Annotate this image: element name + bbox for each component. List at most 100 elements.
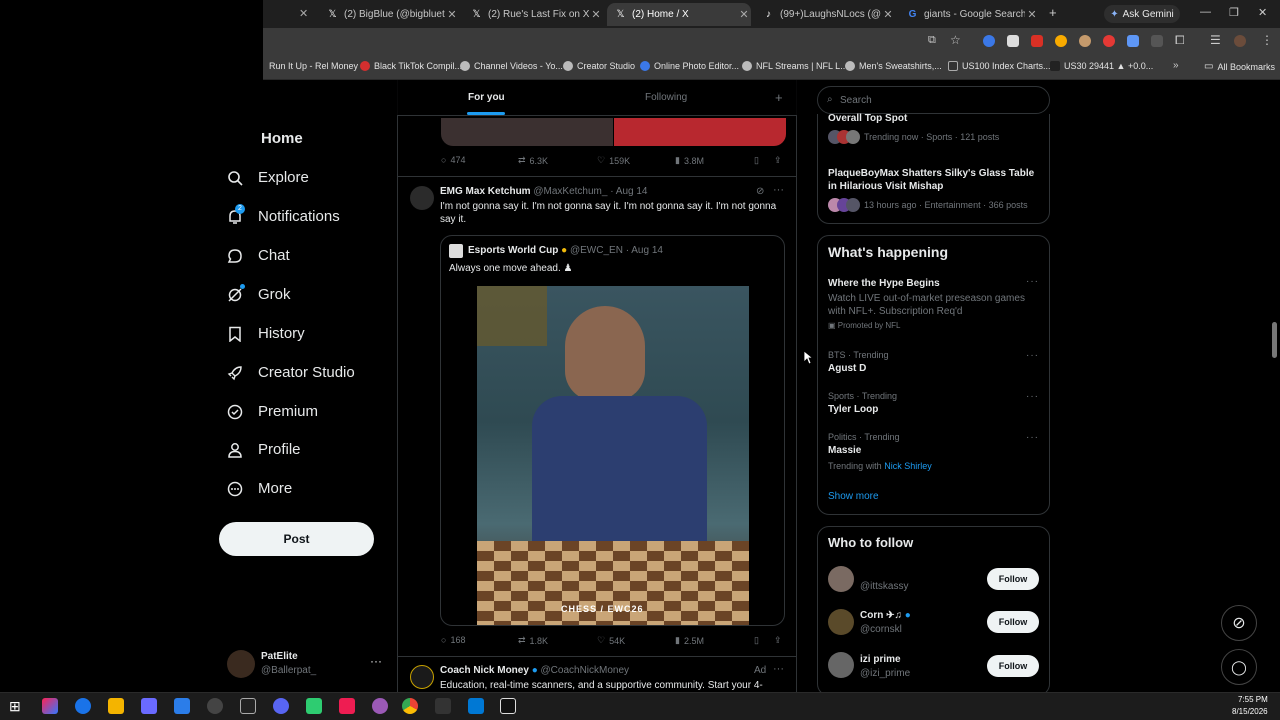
grok-icon[interactable]: ⊘ — [756, 186, 764, 197]
avatar[interactable] — [828, 566, 854, 592]
trending-with-link[interactable]: Nick Shirley — [884, 461, 932, 471]
extension-icon[interactable] — [1055, 35, 1067, 47]
bookmark-item[interactable]: Run It Up - Rel Money — [269, 61, 358, 71]
author-name[interactable]: Coach Nick Money — [440, 665, 529, 676]
repost-button[interactable]: ⇄ 1.8K — [518, 635, 548, 646]
nav-premium[interactable]: Premium — [227, 403, 318, 420]
bookmark-item[interactable]: Channel Videos - Yo... — [460, 61, 563, 71]
trend-title[interactable]: PlaqueBoyMax Shatters Silky's Glass Tabl… — [828, 167, 1038, 193]
extension-icon[interactable] — [1151, 35, 1163, 47]
extension-icon[interactable] — [1103, 35, 1115, 47]
nav-chat[interactable]: Chat — [227, 247, 290, 264]
edge-icon[interactable] — [75, 698, 91, 714]
quoted-post[interactable]: Esports World Cup ● @EWC_EN · Aug 14 Alw… — [440, 235, 785, 626]
all-bookmarks[interactable]: ▭ All Bookmarks — [1204, 61, 1275, 72]
promo-title[interactable]: Where the Hype Begins — [828, 278, 940, 289]
views-button[interactable]: ▮ 3.8M — [675, 155, 704, 166]
chess-photo[interactable]: CHESS / EWC26 — [477, 286, 749, 625]
chat-floating-button[interactable]: ◯ — [1221, 649, 1257, 685]
close-icon[interactable]: ✕ — [445, 8, 459, 21]
nav-home[interactable]: Home — [227, 130, 303, 147]
avatar[interactable] — [828, 609, 854, 635]
app-icon[interactable] — [435, 698, 451, 714]
close-icon[interactable]: ✕ — [881, 8, 895, 21]
chevron-right-icon[interactable]: » — [1173, 60, 1179, 71]
show-more-link[interactable]: Show more — [828, 491, 879, 502]
avatar[interactable] — [410, 665, 434, 689]
nav-notifications[interactable]: 2 Notifications — [227, 203, 340, 225]
more-icon[interactable]: ··· — [1026, 391, 1039, 402]
tab-bigblue[interactable]: 𝕏 (2) BigBlue (@bigbluetake)✕ — [319, 3, 459, 26]
views-button[interactable]: ▮ 2.5M — [675, 635, 704, 646]
plus-icon[interactable]: + — [775, 90, 783, 105]
extension-icon[interactable] — [983, 35, 995, 47]
install-icon[interactable]: ⧉ — [928, 34, 936, 47]
tab-rue[interactable]: 𝕏 (2) Rue's Last Fix on X: "ma✕ — [463, 3, 603, 26]
nav-grok[interactable]: Grok — [227, 283, 291, 303]
epic-icon[interactable] — [240, 698, 256, 714]
maximize-icon[interactable]: ❐ — [1229, 6, 1239, 19]
trend-title[interactable]: Overall Top Spot — [828, 113, 907, 124]
nav-more[interactable]: More — [227, 480, 292, 497]
store-icon[interactable] — [141, 698, 157, 714]
more-icon[interactable]: ··· — [1026, 350, 1039, 361]
close-icon[interactable]: ✕ — [299, 7, 308, 20]
follow-button[interactable]: Follow — [987, 568, 1039, 590]
reply-button[interactable]: ○ 168 — [441, 635, 465, 645]
tab-following[interactable]: Following — [645, 92, 687, 103]
scrollbar-thumb[interactable] — [1272, 322, 1277, 358]
nav-creator-studio[interactable]: Creator Studio — [227, 364, 355, 381]
app-icon[interactable] — [500, 698, 516, 714]
bookmark-item[interactable]: US100 Index Charts... — [948, 61, 1051, 71]
close-icon[interactable]: ✕ — [737, 8, 751, 21]
nav-explore[interactable]: Explore — [227, 169, 309, 186]
app-icon[interactable] — [372, 698, 388, 714]
follow-button[interactable]: Follow — [987, 611, 1039, 633]
app-icon[interactable] — [207, 698, 223, 714]
trend-title[interactable]: Massie — [828, 445, 861, 456]
author-name[interactable]: EMG Max Ketchum — [440, 186, 531, 197]
trend-title[interactable]: Agust D — [828, 363, 866, 374]
ask-gemini-button[interactable]: ✦ Ask Gemini — [1104, 5, 1180, 23]
windows-start-icon[interactable]: ⊞ — [9, 698, 21, 715]
reply-button[interactable]: ○ 474 — [441, 155, 465, 165]
account-switcher[interactable]: PatElite @Ballerpat_ ··· — [227, 648, 387, 682]
extension-icon[interactable] — [1031, 35, 1043, 47]
bookmark-item[interactable]: Black TikTok Compil... — [360, 61, 462, 71]
tiktok-icon[interactable] — [339, 698, 355, 714]
star-icon[interactable]: ☆ — [950, 33, 961, 47]
copilot-icon[interactable] — [42, 698, 58, 714]
extension-icon[interactable] — [1007, 35, 1019, 47]
user-name[interactable]: izi prime — [860, 654, 901, 665]
follow-button[interactable]: Follow — [987, 655, 1039, 677]
bookmark-icon[interactable]: ▯ — [754, 155, 759, 166]
tab-search-icon[interactable]: ☰ — [1210, 33, 1221, 47]
window-close-icon[interactable]: ✕ — [1258, 6, 1267, 19]
bookmark-item[interactable]: Online Photo Editor... — [640, 61, 739, 71]
tab-home-x[interactable]: 𝕏 (2) Home / X ✕ — [607, 3, 751, 26]
app-icon[interactable] — [468, 698, 484, 714]
clock-date[interactable]: 8/15/2026 — [1232, 707, 1268, 716]
app-icon[interactable] — [306, 698, 322, 714]
bookmark-item[interactable]: Creator Studio — [563, 61, 635, 71]
share-icon[interactable]: ⇪ — [774, 635, 782, 646]
clock-time[interactable]: 7:55 PM — [1238, 695, 1268, 704]
like-button[interactable]: ♡ 54K — [597, 635, 625, 646]
avatar[interactable] — [828, 652, 854, 678]
mail-icon[interactable] — [174, 698, 190, 714]
user-name[interactable]: Corn ✈︎♫ — [860, 610, 902, 621]
tab-tiktok[interactable]: ♪ (99+)LaughsNLocs (@kelfr✕ — [755, 3, 895, 26]
avatar[interactable] — [410, 186, 434, 210]
extension-icon[interactable] — [1127, 35, 1139, 47]
tab-for-you[interactable]: For you — [468, 92, 505, 103]
chrome-icon[interactable] — [402, 698, 418, 714]
close-icon[interactable]: ✕ — [1025, 8, 1039, 21]
more-icon[interactable]: ··· — [370, 654, 382, 668]
grok-floating-button[interactable]: ⊘ — [1221, 605, 1257, 641]
tab-google[interactable]: Ggiants - Google Search ✕ — [899, 3, 1039, 26]
bookmark-item[interactable]: US30 29441 ▲ +0.0... — [1050, 61, 1153, 71]
extension-icon[interactable] — [1079, 35, 1091, 47]
bookmark-item[interactable]: Men's Sweatshirts,... — [845, 61, 942, 71]
kebab-menu-icon[interactable]: ⋮ — [1261, 33, 1273, 47]
trend-title[interactable]: Tyler Loop — [828, 404, 878, 415]
